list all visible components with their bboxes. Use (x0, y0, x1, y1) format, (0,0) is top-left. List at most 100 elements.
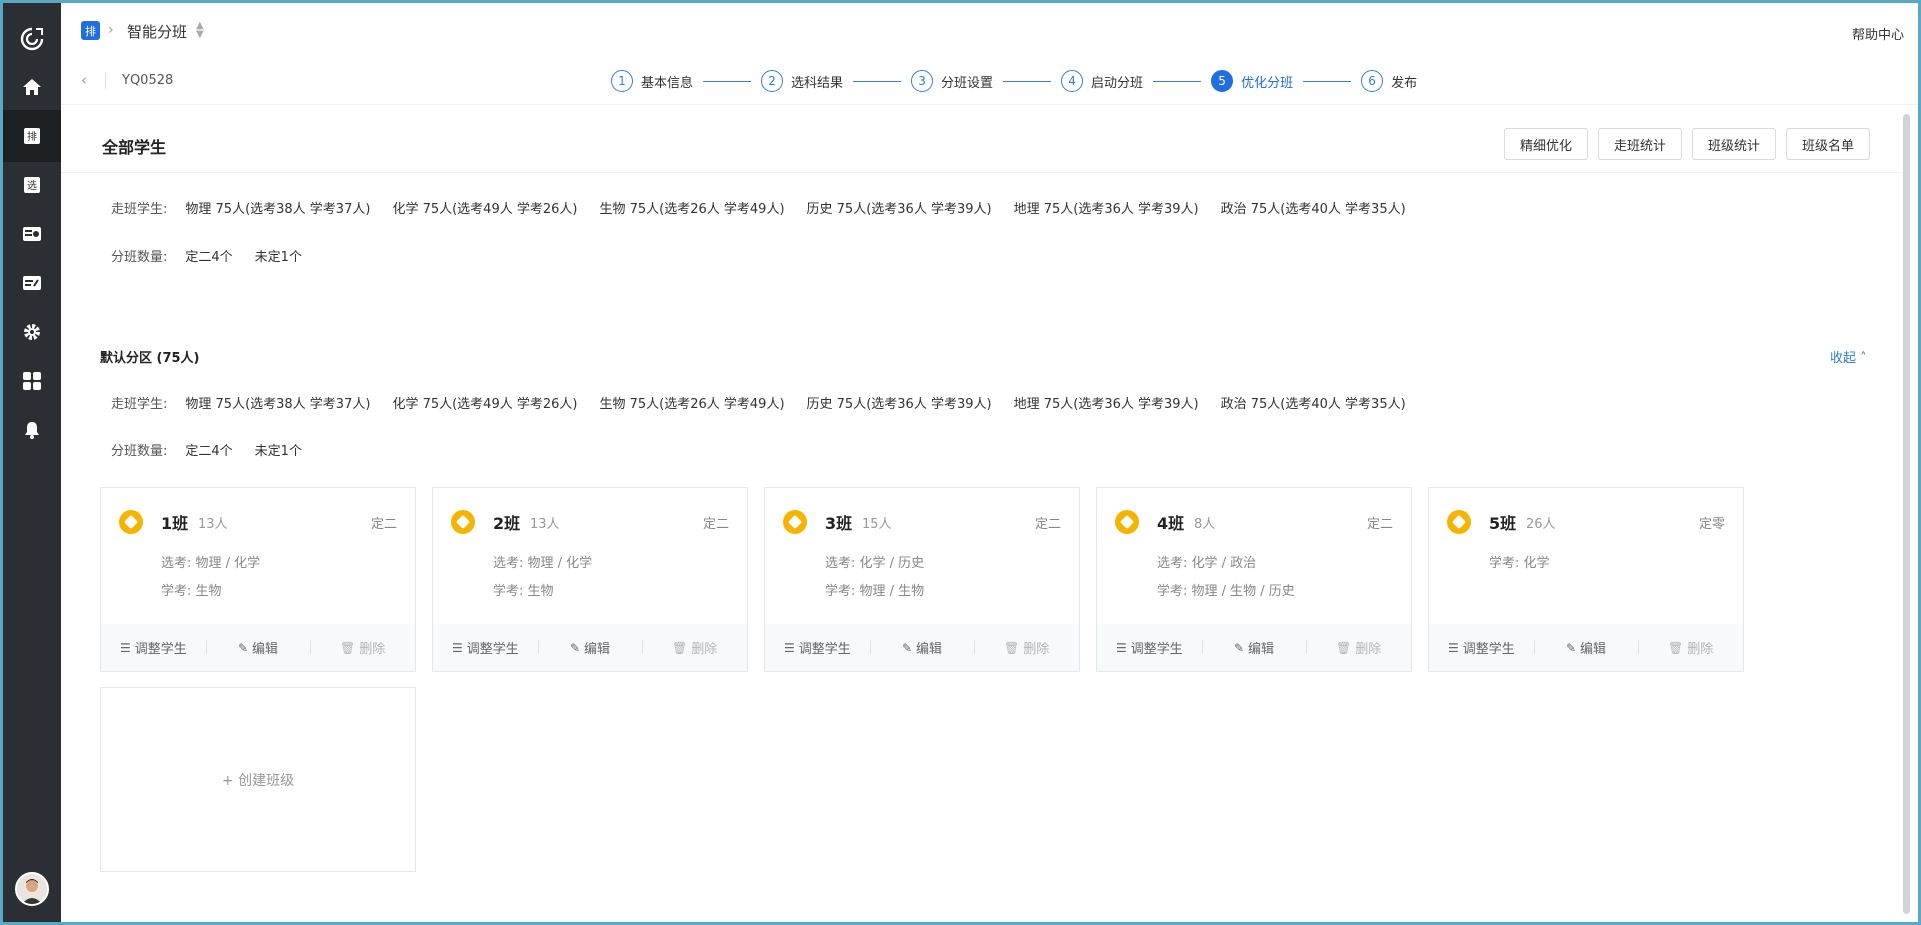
switch-arrows-icon[interactable]: ▲ ▼ (196, 21, 204, 40)
trash-icon: 🗑 (1668, 640, 1684, 655)
sidebar: 排 选 (3, 3, 61, 922)
edit-button[interactable]: ✎ 编辑 (1533, 638, 1639, 657)
step-6[interactable]: 6 发布 (1361, 70, 1417, 92)
delete-button[interactable]: 🗑 删除 (310, 638, 415, 657)
create-class-button[interactable]: + 创建班级 (100, 687, 416, 872)
adjust-students-button[interactable]: ☰ 调整学生 (1429, 638, 1534, 658)
step-label: 优化分班 (1241, 75, 1294, 91)
class-academic: 学考: 生物 (161, 584, 222, 599)
top-bar: 排 › 智能分班 ▲ ▼ 帮助中心 (61, 3, 1918, 59)
class-count: 8人 (1194, 517, 1216, 532)
card-actions: ☰ 调整学生 ✎ 编辑 🗑 删除 (1429, 624, 1743, 671)
pencil-icon: ✎ (901, 640, 913, 655)
step-2[interactable]: 2 选科结果 (761, 70, 843, 92)
adjust-label: 调整学生 (1130, 642, 1183, 657)
step-3[interactable]: 3 分班设置 (911, 70, 993, 92)
adjust-students-button[interactable]: ☰ 调整学生 (101, 638, 206, 658)
bell-icon[interactable] (3, 404, 61, 456)
class-count: 13人 (198, 517, 228, 532)
class-card[interactable]: 5班 26人 定零 学考: 化学 ☰ 调整学生 ✎ 编辑 🗑 删除 (1428, 487, 1744, 672)
class-stats-button[interactable]: 班级统计 (1691, 128, 1776, 160)
chevron-right-icon: › (108, 22, 114, 38)
schedule-nav-icon[interactable]: 排 (3, 110, 61, 162)
info-label: 走班学生: (111, 397, 168, 412)
adjust-students-button[interactable]: ☰ 调整学生 (1097, 638, 1202, 658)
id-card-icon[interactable] (3, 208, 61, 260)
class-academic: 学考: 化学 (1489, 556, 1550, 571)
step-number: 4 (1061, 70, 1084, 92)
subject-stat: 生物 75人(选考26人 学考49人) (599, 202, 785, 217)
class-name: 4班 (1157, 514, 1185, 533)
section-header: 全部学生 精细优化 走班统计 班级统计 班级名单 (61, 110, 1901, 173)
adjust-students-button[interactable]: ☰ 调整学生 (765, 638, 870, 658)
step-label: 基本信息 (641, 75, 694, 91)
card-actions: ☰ 调整学生 ✎ 编辑 🗑 删除 (765, 624, 1079, 671)
user-avatar[interactable] (15, 872, 49, 906)
class-elective: 选考: 物理 / 化学 (161, 556, 261, 571)
fine-optimize-button[interactable]: 精细优化 (1503, 128, 1588, 160)
help-center-link[interactable]: 帮助中心 (1852, 24, 1904, 43)
delete-button[interactable]: 🗑 删除 (974, 638, 1079, 657)
subject-stat: 化学 75人(选考49人 学考26人) (392, 202, 578, 217)
class-count: 13人 (530, 517, 560, 532)
class-type: 定二 (370, 517, 397, 532)
logo-icon[interactable] (3, 13, 61, 65)
tag-icon (1447, 510, 1471, 534)
delete-label: 删除 (691, 642, 718, 657)
subject-stat: 化学 75人(选考49人 学考26人) (392, 397, 578, 412)
tag-icon (451, 510, 475, 534)
delete-label: 删除 (1023, 642, 1050, 657)
scrollbar[interactable] (1903, 114, 1910, 914)
step-number: 1 (611, 70, 633, 92)
delete-button[interactable]: 🗑 删除 (1638, 638, 1743, 657)
apps-grid-icon[interactable] (3, 355, 61, 407)
chevron-up-icon: ˄ (1860, 351, 1867, 366)
step-1[interactable]: 1 基本信息 (611, 70, 693, 92)
step-connector (703, 80, 752, 82)
edit-button[interactable]: ✎ 编辑 (869, 638, 975, 657)
class-count: 15人 (862, 517, 892, 532)
step-number: 6 (1361, 70, 1384, 92)
adjust-label: 调整学生 (1462, 642, 1515, 657)
step-label: 发布 (1391, 75, 1418, 91)
class-card[interactable]: 1班 13人 定二 选考: 物理 / 化学 学考: 生物 ☰ 调整学生 ✎ 编辑 🗑… (100, 487, 416, 672)
adjust-students-button[interactable]: ☰ 调整学生 (433, 638, 538, 658)
class-name: 1班 (161, 514, 189, 533)
class-count: 26人 (1526, 517, 1556, 532)
mobile-stats-button[interactable]: 走班统计 (1597, 128, 1682, 160)
class-card[interactable]: 3班 15人 定二 选考: 化学 / 历史 学考: 物理 / 生物 ☰ 调整学生 … (764, 487, 1080, 672)
class-card[interactable]: 4班 8人 定二 选考: 化学 / 政治 学考: 物理 / 生物 / 历史 ☰ 调… (1096, 487, 1412, 672)
adjust-label: 调整学生 (798, 642, 851, 657)
delete-button[interactable]: 🗑 删除 (1306, 638, 1411, 657)
delete-button[interactable]: 🗑 删除 (642, 638, 747, 657)
gear-icon[interactable] (3, 306, 61, 358)
trash-icon: 🗑 (672, 640, 688, 655)
class-name: 3班 (825, 514, 853, 533)
divider (105, 73, 106, 89)
step-number: 5 (1211, 70, 1234, 92)
edit-button[interactable]: ✎ 编辑 (537, 638, 643, 657)
edit-button[interactable]: ✎ 编辑 (205, 638, 311, 657)
page-title[interactable]: 智能分班 (127, 21, 187, 42)
class-card[interactable]: 2班 13人 定二 选考: 物理 / 化学 学考: 生物 ☰ 调整学生 ✎ 编辑 🗑… (432, 487, 748, 672)
tag-icon (783, 510, 807, 534)
count-stat: 定二4个 (185, 444, 233, 459)
subject-stat: 政治 75人(选考40人 学考35人) (1220, 202, 1406, 217)
collapse-toggle[interactable]: 收起 ˄ (1830, 347, 1867, 366)
home-icon[interactable] (3, 61, 61, 113)
subject-stat: 物理 75人(选考38人 学考37人) (185, 397, 371, 412)
step-4[interactable]: 4 启动分班 (1061, 70, 1143, 92)
pencil-icon: ✎ (1565, 640, 1577, 655)
list-icon: ☰ (1115, 640, 1127, 655)
edit-button[interactable]: ✎ 编辑 (1201, 638, 1307, 657)
step-connector (1003, 80, 1052, 82)
all-students-counts: 分班数量: 定二4个 未定1个 (111, 246, 324, 265)
step-5[interactable]: 5 优化分班 (1211, 70, 1293, 92)
collapse-label: 收起 (1830, 351, 1857, 366)
adjust-label: 调整学生 (134, 642, 187, 657)
select-nav-icon[interactable]: 选 (3, 159, 61, 211)
edit-doc-icon[interactable] (3, 257, 61, 309)
back-arrow-icon[interactable]: ‹ (81, 71, 87, 89)
class-roster-button[interactable]: 班级名单 (1785, 128, 1870, 160)
all-students-subjects: 走班学生: 物理 75人(选考38人 学考37人) 化学 75人(选考49人 学… (111, 198, 1428, 217)
